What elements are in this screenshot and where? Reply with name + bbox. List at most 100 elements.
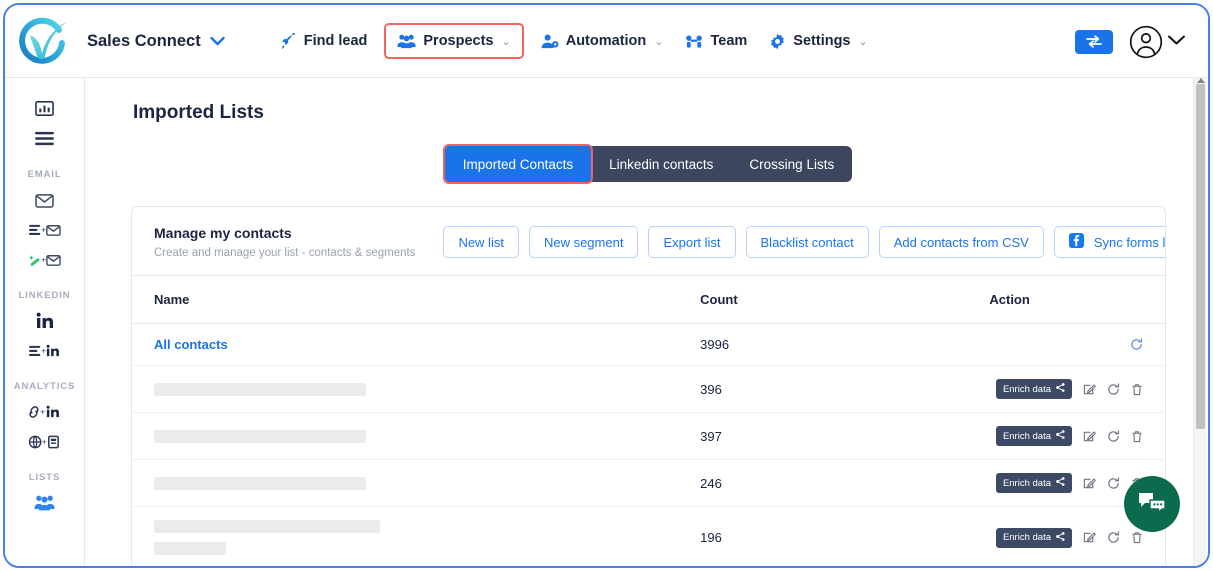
edit-icon[interactable]: [1083, 531, 1096, 544]
nav-item-find-lead[interactable]: Find lead: [269, 25, 379, 58]
sidebar-item-linkedin-sequence[interactable]: +: [26, 338, 64, 368]
globe-plus-card-icon: +: [28, 434, 61, 455]
row-count: 3996: [700, 323, 990, 366]
list-name-link[interactable]: All contacts: [154, 337, 228, 352]
blacklist-contact-button[interactable]: Blacklist contact: [745, 226, 869, 258]
refresh-icon[interactable]: [1107, 382, 1120, 396]
tab-linkedin-contacts[interactable]: Linkedin contacts: [591, 146, 731, 182]
sidebar-item-email-inbox[interactable]: [26, 187, 64, 217]
scroll-up-arrow-icon[interactable]: [1197, 78, 1205, 83]
tab-bar: Imported Contacts Linkedin contacts Cros…: [442, 144, 853, 184]
enrich-data-button[interactable]: Enrich data: [995, 426, 1072, 446]
export-list-button[interactable]: Export list: [648, 226, 736, 258]
people-icon: [397, 33, 416, 49]
main-nav-items: Find lead Prospects ⌄ Automation ⌄ Team …: [269, 23, 879, 59]
sidebar-item-email-magic[interactable]: +: [26, 247, 64, 277]
row-actions: Enrich data: [989, 527, 1143, 548]
row-actions: [989, 338, 1143, 351]
enrich-data-label: Enrich data: [1002, 383, 1051, 395]
nav-item-automation[interactable]: Automation ⌄: [530, 25, 675, 57]
sidebar-item-lists[interactable]: [26, 490, 64, 520]
table-body: All contacts 3996 396 Enrich data 397 En…: [132, 323, 1165, 566]
nav-label: Prospects: [423, 33, 494, 49]
sidebar-item-campaigns[interactable]: [26, 126, 64, 156]
row-count: 396: [700, 365, 990, 413]
sidebar-item-web-analytics[interactable]: +: [26, 429, 64, 459]
tab-imported-contacts[interactable]: Imported Contacts: [442, 144, 594, 184]
user-menu[interactable]: [1129, 25, 1186, 59]
table-row[interactable]: 397 Enrich data: [132, 412, 1165, 460]
nav-label: Settings: [793, 33, 851, 49]
tabbar-wrapper: Imported Contacts Linkedin contacts Cros…: [85, 144, 1208, 184]
enrich-data-button[interactable]: Enrich data: [995, 379, 1072, 399]
enrich-data-label: Enrich data: [1002, 532, 1051, 543]
tab-crossing-lists[interactable]: Crossing Lists: [731, 146, 852, 182]
app-window: Sales Connect Find lead Prospects ⌄ Auto…: [3, 3, 1210, 568]
sidebar-group-label-linkedin: LINKEDIN: [18, 290, 71, 301]
sidebar-item-dashboard[interactable]: [26, 96, 64, 126]
envelope-icon: [35, 192, 54, 213]
link-plus-linkedin-icon: +: [28, 404, 61, 425]
app-logo[interactable]: [5, 5, 81, 78]
edit-icon[interactable]: [1083, 383, 1096, 396]
magic-wand-envelope-icon: +: [28, 252, 61, 273]
table-row[interactable]: 196 Enrich data: [132, 506, 1165, 566]
refresh-icon[interactable]: [1130, 338, 1143, 351]
linkedin-icon: [35, 312, 55, 335]
trash-icon[interactable]: [1131, 531, 1143, 544]
edit-icon[interactable]: [1083, 430, 1096, 443]
sidebar-item-linkedin-analytics[interactable]: +: [26, 399, 64, 429]
trash-icon[interactable]: [1131, 430, 1143, 443]
vertical-scrollbar[interactable]: [1193, 78, 1206, 566]
nav-label: Automation: [565, 33, 647, 49]
redacted-list-name: [154, 476, 366, 490]
sidebar-item-email-sequence[interactable]: +: [26, 217, 64, 247]
chevron-down-icon: [210, 33, 225, 50]
rocket-icon: [280, 32, 297, 50]
people-group-icon: [34, 494, 55, 516]
refresh-icon[interactable]: [1107, 531, 1120, 544]
new-segment-button[interactable]: New segment: [528, 226, 639, 258]
share-icon: [1056, 477, 1065, 489]
chat-widget-button[interactable]: [1124, 476, 1180, 532]
list-plus-linkedin-icon: +: [28, 343, 61, 364]
nav-right-actions: [1075, 5, 1186, 78]
new-list-button[interactable]: New list: [443, 226, 519, 258]
svg-text:+: +: [41, 254, 46, 264]
row-actions: Enrich data: [989, 473, 1143, 493]
list-plus-envelope-icon: +: [28, 222, 61, 243]
nav-item-prospects[interactable]: Prospects ⌄: [384, 23, 524, 59]
enrich-data-button[interactable]: Enrich data: [995, 527, 1072, 548]
card-title: Manage my contacts: [154, 225, 292, 241]
list-lines-icon: [34, 130, 55, 152]
brand-selector[interactable]: Sales Connect: [87, 32, 225, 51]
column-header-name: Name: [132, 275, 701, 324]
nav-item-settings[interactable]: Settings ⌄: [758, 25, 878, 58]
swap-icon: [1086, 35, 1102, 48]
table-row[interactable]: 246 Enrich data: [132, 459, 1165, 507]
refresh-icon[interactable]: [1107, 429, 1120, 443]
table-head: Name Count Action: [132, 275, 1165, 324]
card-action-buttons: New list New segment Export list Blackli…: [443, 226, 1165, 258]
redacted-list-name-line2: [154, 542, 226, 555]
share-icon: [1056, 531, 1065, 544]
refresh-icon[interactable]: [1107, 476, 1120, 490]
brand-name: Sales Connect: [87, 31, 201, 50]
edit-icon[interactable]: [1083, 477, 1096, 490]
nav-item-team[interactable]: Team: [674, 25, 758, 57]
svg-text:+: +: [41, 345, 46, 355]
top-navigation-bar: Sales Connect Find lead Prospects ⌄ Auto…: [5, 5, 1208, 78]
redacted-list-name: [154, 520, 380, 533]
add-contacts-from-csv-button[interactable]: Add contacts from CSV: [878, 226, 1044, 258]
enrich-data-label: Enrich data: [1002, 430, 1051, 442]
table-row[interactable]: 396 Enrich data: [132, 365, 1165, 413]
sidebar-item-linkedin[interactable]: [26, 308, 64, 338]
swap-account-button[interactable]: [1075, 29, 1113, 54]
enrich-data-button[interactable]: Enrich data: [995, 473, 1072, 493]
table-header-row: Name Count Action: [132, 275, 1165, 324]
trash-icon[interactable]: [1131, 383, 1143, 396]
sync-forms-leads-button[interactable]: Sync forms leads: [1053, 226, 1165, 258]
table-row[interactable]: All contacts 3996: [132, 323, 1165, 366]
nav-label: Find lead: [303, 33, 368, 49]
scrollbar-thumb[interactable]: [1196, 84, 1205, 429]
